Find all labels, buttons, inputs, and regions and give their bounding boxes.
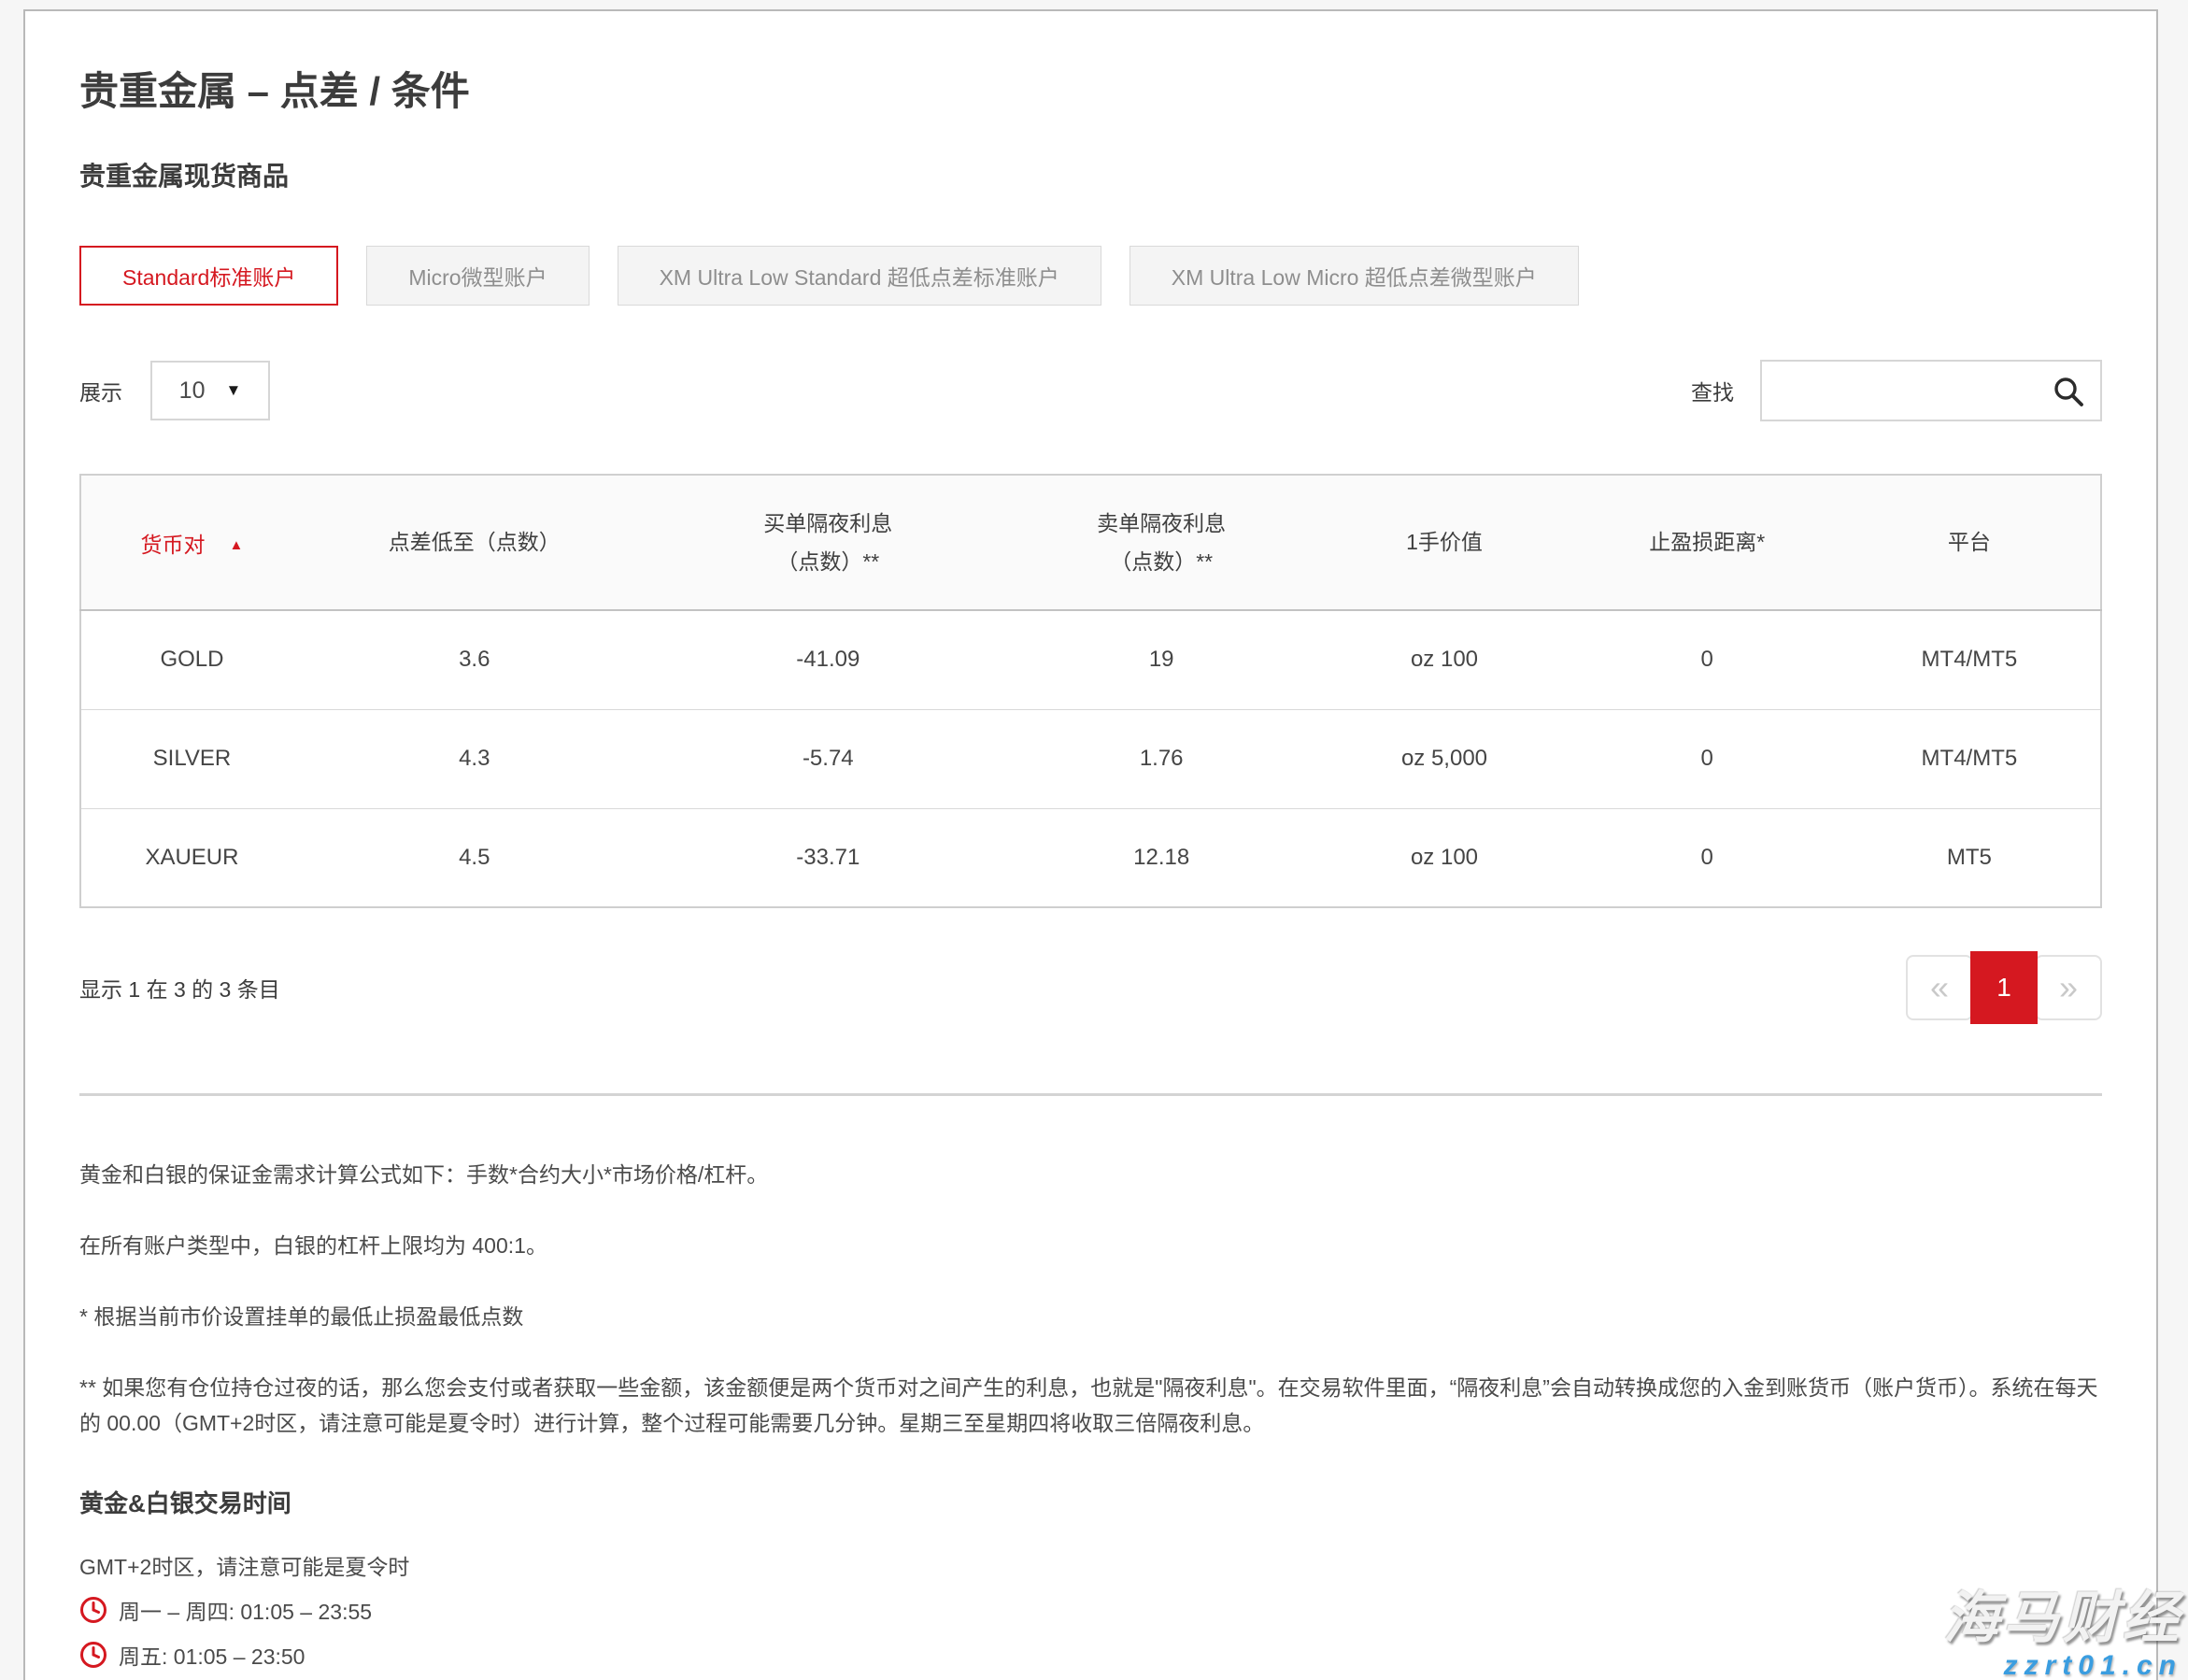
sort-asc-icon: ▲ [230,537,244,553]
tab-micro-account[interactable]: Micro微型账户 [366,246,589,306]
margin-formula-note: 黄金和白银的保证金需求计算公式如下：手数*合约大小*市场价格/杠杆。 [79,1158,2102,1193]
table-row-silver: SILVER 4.3 -5.74 1.76 oz 5,000 0 MT4/MT5 [80,709,2101,808]
cell-pair: SILVER [80,709,303,808]
column-header-long-swap[interactable]: 买单隔夜利息 （点数）** [646,475,1010,610]
cell-long-swap: -33.71 [646,808,1010,907]
column-header-spread[interactable]: 点差低至（点数） [303,475,646,610]
clock-icon [79,1596,107,1624]
page-subtitle: 贵重金属现货商品 [79,156,2102,193]
pagination: « 1 » [1906,951,2102,1024]
table-row-xaueur: XAUEUR 4.5 -33.71 12.18 oz 100 0 MT5 [80,808,2101,907]
cell-lot-value: oz 100 [1313,808,1575,907]
watermark: 海马财经 zzrt01.cn [1943,1590,2182,1680]
column-header-lot-value[interactable]: 1手价值 [1313,475,1575,610]
page-title: 贵重金属 – 点差 / 条件 [79,60,2102,117]
schedule-text: 周五: 01:05 – 23:50 [119,1639,305,1671]
pagination-next-button[interactable]: » [2035,955,2102,1020]
column-header-short-swap[interactable]: 卖单隔夜利息 （点数）** [1010,475,1313,610]
column-header-pair-label: 货币对 [141,533,206,557]
column-header-limit-stop-level[interactable]: 止盈损距离* [1576,475,1839,610]
cell-platform: MT5 [1839,808,2101,907]
table-controls: 展示 10 ▼ 查找 [79,360,2102,421]
search-icon [2052,375,2085,408]
table-footer: 显示 1 在 3 的 3 条目 « 1 » [79,951,2102,1024]
pagination-prev-button[interactable]: « [1906,955,1973,1020]
trading-hours-heading: 黄金&白银交易时间 [79,1485,2102,1519]
cell-long-swap: -5.74 [646,709,1010,808]
cell-short-swap: 19 [1010,610,1313,709]
search-label: 查找 [1691,375,1734,406]
page-size-label: 展示 [79,375,122,406]
cell-long-swap: -41.09 [646,610,1010,709]
cell-spread: 4.5 [303,808,646,907]
cell-platform: MT4/MT5 [1839,709,2101,808]
schedule-item-friday: 周五: 01:05 – 23:50 [79,1639,2102,1671]
tab-ultra-low-micro-account[interactable]: XM Ultra Low Micro 超低点差微型账户 [1130,246,1579,306]
watermark-site: zzrt01.cn [1943,1652,2182,1680]
page-size-select[interactable]: 10 ▼ [150,361,270,420]
silver-leverage-note: 在所有账户类型中，白银的杠杆上限均为 400:1。 [79,1229,2102,1264]
chevron-down-icon: ▼ [225,381,241,400]
cell-pair: XAUEUR [80,808,303,907]
stop-level-footnote: * 根据当前市价设置挂单的最低止损盈最低点数 [79,1300,2102,1335]
tab-ultra-low-standard-account[interactable]: XM Ultra Low Standard 超低点差标准账户 [618,246,1101,306]
timezone-note: GMT+2时区，请注意可能是夏令时 [79,1549,2102,1581]
footnotes: 黄金和白银的保证金需求计算公式如下：手数*合约大小*市场价格/杠杆。 在所有账户… [79,1158,2102,1442]
cell-platform: MT4/MT5 [1839,610,2101,709]
clock-icon [79,1641,107,1669]
cell-limit-stop: 0 [1576,709,1839,808]
cell-lot-value: oz 5,000 [1313,709,1575,808]
column-header-platform[interactable]: 平台 [1839,475,2101,610]
section-divider [79,1093,2102,1096]
column-header-pair[interactable]: 货币对 ▲ [80,475,303,610]
search-box [1760,360,2102,421]
page-size-value: 10 [179,377,206,405]
precious-metals-spreads-table: 货币对 ▲ 点差低至（点数） 买单隔夜利息 （点数）** 卖单隔夜利息 （点数）*… [79,474,2102,908]
swap-footnote: ** 如果您有仓位持仓过夜的话，那么您会支付或者获取一些金额，该金额便是两个货币… [79,1371,2102,1442]
cell-short-swap: 1.76 [1010,709,1313,808]
schedule-text: 周一 – 周四: 01:05 – 23:55 [119,1594,372,1626]
table-header-row: 货币对 ▲ 点差低至（点数） 买单隔夜利息 （点数）** 卖单隔夜利息 （点数）*… [80,475,2101,610]
pagination-summary: 显示 1 在 3 的 3 条目 [79,972,280,1004]
cell-limit-stop: 0 [1576,610,1839,709]
account-type-tabs: Standard标准账户 Micro微型账户 XM Ultra Low Stan… [79,246,2102,306]
cell-pair: GOLD [80,610,303,709]
schedule-item-weekdays: 周一 – 周四: 01:05 – 23:55 [79,1594,2102,1626]
watermark-brand: 海马财经 [1943,1590,2182,1646]
table-row-gold: GOLD 3.6 -41.09 19 oz 100 0 MT4/MT5 [80,610,2101,709]
cell-spread: 4.3 [303,709,646,808]
tab-standard-account[interactable]: Standard标准账户 [79,246,338,306]
cell-limit-stop: 0 [1576,808,1839,907]
cell-lot-value: oz 100 [1313,610,1575,709]
cell-spread: 3.6 [303,610,646,709]
content-panel: 贵重金属 – 点差 / 条件 贵重金属现货商品 Standard标准账户 Mic… [23,9,2158,1680]
search-input[interactable] [1762,362,2100,420]
cell-short-swap: 12.18 [1010,808,1313,907]
pagination-current-page[interactable]: 1 [1970,951,2038,1024]
